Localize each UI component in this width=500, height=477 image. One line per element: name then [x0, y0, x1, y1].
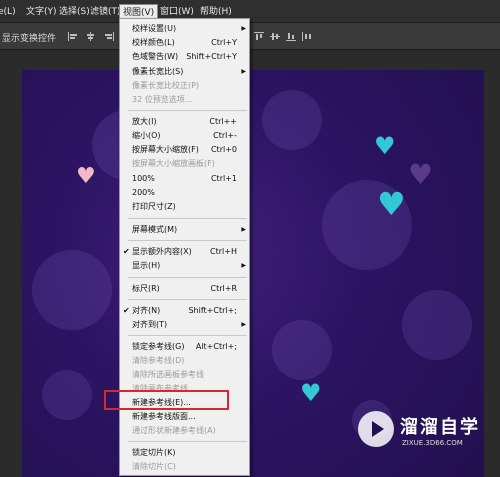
pink-heart-icon: ♥	[76, 164, 96, 189]
bokeh-light	[32, 250, 112, 330]
menu-separator	[128, 277, 247, 278]
align-right-icon[interactable]	[104, 32, 114, 41]
align-center-icon[interactable]	[86, 32, 96, 41]
distribute-top-icon[interactable]	[254, 32, 264, 41]
menu-filter[interactable]: 滤镜(T)	[90, 5, 121, 19]
submenu-arrow-icon: ▶	[241, 321, 246, 328]
checkmark-icon: ✔	[123, 306, 130, 315]
menu-separator	[128, 240, 247, 241]
bokeh-light	[402, 290, 472, 360]
watermark: 溜溜自学 ZIXUE.3D66.COM	[352, 407, 492, 459]
submenu-arrow-icon: ▶	[241, 25, 246, 32]
menu-item-proof-colors[interactable]: 校样颜色(L) Ctrl+Y	[120, 37, 249, 49]
menu-type[interactable]: 文字(Y)	[26, 5, 57, 19]
submenu-arrow-icon: ▶	[241, 68, 246, 75]
menu-item-fit-artboard: 按屏幕大小缩放画板(F)	[132, 159, 215, 168]
distribute-middle-icon[interactable]	[270, 32, 280, 41]
menu-item-snap-to[interactable]: 对齐到(T) ▶	[120, 319, 249, 331]
checkmark-icon: ✔	[123, 247, 130, 256]
menu-separator	[128, 335, 247, 336]
menu-item-clear-slices: 清除切片(C)	[132, 462, 176, 471]
menu-item-proof-setup[interactable]: 校样设置(U) ▶	[120, 23, 249, 35]
menu-layer[interactable]: e(L)	[0, 5, 16, 19]
menu-item-new-guide-layout[interactable]: 新建参考线版面...	[120, 411, 249, 423]
menu-separator	[128, 218, 247, 219]
menu-separator	[128, 110, 247, 111]
menu-item-pixel-aspect-ratio[interactable]: 像素长宽比(S) ▶	[120, 66, 249, 78]
menu-item-zoom-out[interactable]: 缩小(O) Ctrl+-	[120, 130, 249, 142]
menu-item-100-percent[interactable]: 100% Ctrl+1	[120, 173, 249, 185]
bokeh-light	[42, 370, 92, 420]
bokeh-light	[262, 90, 322, 150]
distribute-left-icon[interactable]	[302, 32, 312, 41]
cyan-heart-icon: ♥	[377, 185, 406, 223]
menu-item-new-guides-from-shape: 通过形状新建参考线(A)	[132, 426, 216, 435]
options-bar: 显示变换控件	[0, 23, 500, 50]
menu-separator	[128, 299, 247, 300]
menu-item-rulers[interactable]: 标尺(R) Ctrl+R	[120, 283, 249, 295]
submenu-arrow-icon: ▶	[241, 226, 246, 233]
menu-select[interactable]: 选择(S)	[59, 5, 90, 19]
show-transform-controls-label[interactable]: 显示变换控件	[2, 31, 56, 44]
menu-separator	[128, 441, 247, 442]
menu-item-clear-artboard-guides: 清除所选画板参考线	[132, 370, 204, 379]
highlight-annotation-box	[104, 390, 229, 410]
menu-item-zoom-in[interactable]: 放大(I) Ctrl++	[120, 116, 249, 128]
menu-item-print-size[interactable]: 打印尺寸(Z)	[120, 201, 249, 213]
watermark-title: 溜溜自学	[400, 417, 480, 438]
menu-item-lock-slices[interactable]: 锁定切片(K)	[120, 447, 249, 459]
menu-item-32bit-preview: 32 位预览选项...	[132, 95, 193, 104]
menu-item-clear-guides: 清除参考线(D)	[132, 356, 185, 365]
menu-item-fit-on-screen[interactable]: 按屏幕大小缩放(F) Ctrl+0	[120, 144, 249, 156]
submenu-arrow-icon: ▶	[241, 262, 246, 269]
cyan-heart-icon: ♥	[374, 132, 396, 160]
cyan-heart-icon: ♥	[300, 379, 322, 407]
menu-window[interactable]: 窗口(W)	[160, 5, 194, 19]
distribute-bottom-icon[interactable]	[286, 32, 296, 41]
menu-item-200-percent[interactable]: 200%	[120, 187, 249, 199]
menu-item-show-extras[interactable]: ✔ 显示额外内容(X) Ctrl+H	[120, 246, 249, 258]
menu-item-lock-guides[interactable]: 锁定参考线(G) Alt+Ctrl+;	[120, 341, 249, 353]
purple-heart-icon: ♥	[408, 158, 434, 191]
menu-item-pixel-aspect-correction: 像素长宽比校正(P)	[132, 81, 200, 90]
menu-item-gamut-warning[interactable]: 色域警告(W) Shift+Ctrl+Y	[120, 51, 249, 63]
menu-bar: e(L) 文字(Y) 选择(S) 滤镜(T) 视图(V) 窗口(W) 帮助(H)	[0, 0, 500, 23]
menu-item-snap[interactable]: ✔ 对齐(N) Shift+Ctrl+;	[120, 305, 249, 317]
bokeh-light	[272, 320, 332, 380]
play-logo-icon	[358, 411, 394, 447]
menu-item-show[interactable]: 显示(H) ▶	[120, 260, 249, 272]
menu-item-screen-mode[interactable]: 屏幕模式(M) ▶	[120, 224, 249, 236]
watermark-url: ZIXUE.3D66.COM	[402, 439, 463, 447]
menu-help[interactable]: 帮助(H)	[200, 5, 232, 19]
align-left-icon[interactable]	[68, 32, 78, 41]
